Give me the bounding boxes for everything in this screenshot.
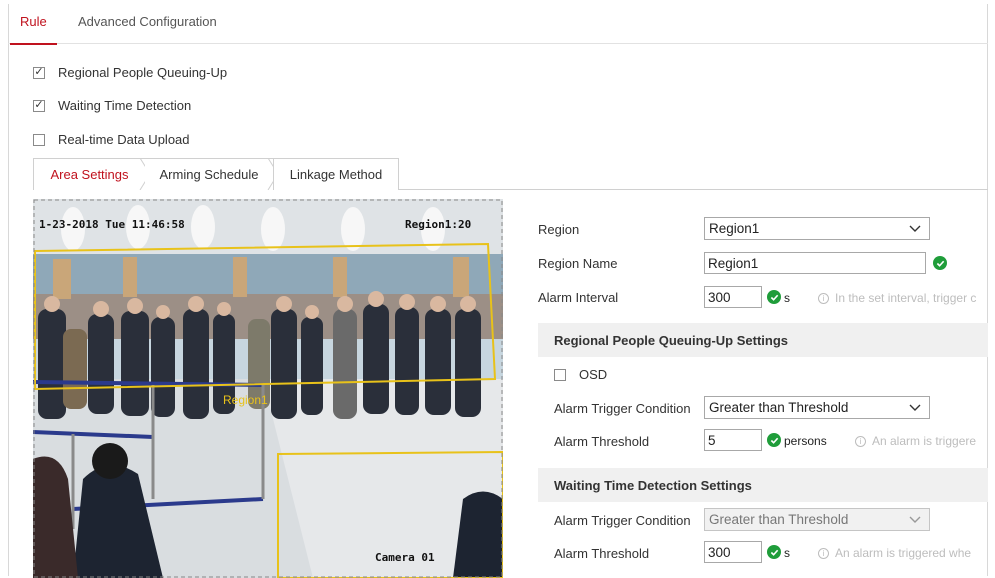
option-label: Real-time Data Upload	[58, 132, 190, 147]
checkbox-waiting-time[interactable]: ✓	[33, 99, 45, 112]
alarm-interval-input[interactable]: 300	[704, 286, 762, 308]
queue-settings-header: Regional People Queuing-Up Settings	[538, 323, 988, 357]
option-waiting-time[interactable]: ✓ Waiting Time Detection	[33, 98, 191, 113]
alarm-interval-unit: s	[784, 291, 790, 305]
tab-advanced-configuration[interactable]: Advanced Configuration	[78, 14, 217, 29]
top-tab-bar: Rule Advanced Configuration	[8, 4, 988, 45]
option-label: Regional People Queuing-Up	[58, 65, 228, 80]
queue-trigger-select[interactable]: Greater than Threshold	[704, 396, 930, 419]
live-video-preview[interactable]: 1-23-2018 Tue 11:46:58 Region1:20 Region…	[33, 199, 503, 578]
wait-threshold-input[interactable]: 300	[704, 541, 762, 563]
osd-camera-name: Camera 01	[375, 551, 435, 564]
queue-trigger-value: Greater than Threshold	[709, 400, 849, 415]
checkbox-regional-queuing[interactable]: ✓	[33, 66, 45, 79]
check-icon: ✓	[34, 66, 44, 78]
osd-option[interactable]: OSD	[554, 367, 607, 382]
region-select-value: Region1	[709, 221, 760, 236]
waiting-settings-header: Waiting Time Detection Settings	[538, 468, 988, 502]
region-name-label: Region Name	[538, 256, 618, 271]
check-ok-icon	[767, 290, 781, 304]
sub-tab-bar: Area Settings Arming Schedule Linkage Me…	[33, 158, 988, 190]
queue-trigger-label: Alarm Trigger Condition	[554, 401, 691, 416]
tab-area-settings[interactable]: Area Settings	[33, 158, 145, 190]
osd-region-counter: Region1:20	[405, 218, 472, 231]
queue-threshold-unit: persons	[784, 434, 827, 448]
region-label: Region	[538, 222, 580, 237]
queue-threshold-input[interactable]: 5	[704, 429, 762, 451]
queue-threshold-label: Alarm Threshold	[554, 434, 650, 449]
checkbox-osd[interactable]	[554, 368, 566, 381]
chevron-down-icon	[909, 516, 921, 523]
wait-trigger-select[interactable]: Greater than Threshold	[704, 508, 930, 531]
check-ok-icon	[767, 433, 781, 447]
tab-linkage-method[interactable]: Linkage Method	[273, 158, 399, 190]
camera-scene	[33, 199, 503, 578]
checkbox-realtime-upload[interactable]	[33, 133, 45, 146]
alarm-interval-label: Alarm Interval	[538, 290, 619, 305]
option-label: Waiting Time Detection	[58, 98, 192, 113]
alarm-interval-hint: i In the set interval, trigger c	[818, 291, 988, 305]
queue-threshold-hint: i An alarm is triggere	[855, 434, 988, 448]
info-icon: i	[818, 293, 829, 305]
tab-rule[interactable]: Rule	[10, 14, 57, 45]
check-icon: ✓	[34, 99, 44, 111]
chevron-down-icon	[909, 404, 921, 411]
region-select[interactable]: Region1	[704, 217, 930, 240]
region-name-input[interactable]: Region1	[704, 252, 926, 274]
wait-trigger-label: Alarm Trigger Condition	[554, 513, 691, 528]
info-icon: i	[818, 548, 829, 560]
check-ok-icon	[767, 545, 781, 559]
osd-label: OSD	[579, 367, 608, 382]
wait-trigger-value: Greater than Threshold	[709, 512, 849, 527]
option-realtime-upload[interactable]: Real-time Data Upload	[33, 132, 190, 147]
osd-timestamp: 1-23-2018 Tue 11:46:58	[39, 218, 185, 231]
wait-threshold-label: Alarm Threshold	[554, 546, 650, 561]
tab-arming-schedule[interactable]: Arming Schedule	[145, 158, 273, 190]
region-label: Region1	[223, 393, 268, 407]
wait-threshold-unit: s	[784, 546, 790, 560]
wait-threshold-hint: i An alarm is triggered whe	[818, 546, 988, 560]
check-ok-icon	[933, 256, 947, 270]
info-icon: i	[855, 436, 866, 448]
chevron-down-icon	[909, 225, 921, 232]
option-regional-queuing[interactable]: ✓ Regional People Queuing-Up	[33, 65, 227, 80]
